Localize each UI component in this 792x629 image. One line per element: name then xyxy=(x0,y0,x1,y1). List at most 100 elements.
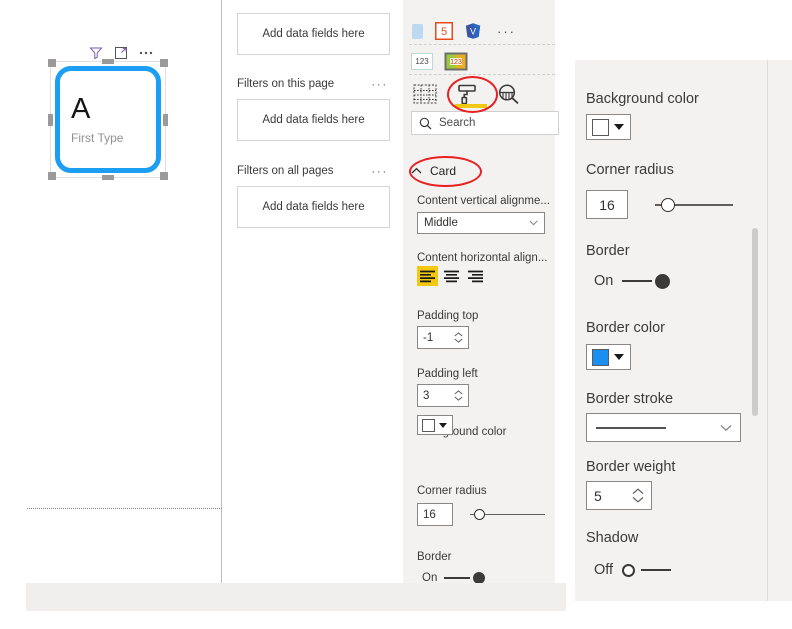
filter-dropzone-0[interactable]: Add data fields here xyxy=(237,13,390,55)
chevron-down-icon[interactable] xyxy=(439,422,447,428)
resize-handle-sw[interactable] xyxy=(48,172,56,180)
spinner-value: 16 xyxy=(423,508,436,521)
resize-handle-e[interactable] xyxy=(163,114,168,126)
viz-gallery-row-1[interactable]: 5 V ··· xyxy=(411,20,551,42)
spinner-value: 16 xyxy=(599,196,615,213)
chevron-up-icon[interactable] xyxy=(411,167,422,175)
rp-background-color-label: Background color xyxy=(586,91,699,107)
filter-section-header-page: Filters on this page ··· xyxy=(237,76,388,92)
background-color-picker[interactable] xyxy=(417,415,453,435)
chevron-down-icon[interactable] xyxy=(614,354,624,360)
rp-border-stroke-label: Border stroke xyxy=(586,391,674,407)
viz-gallery-row-2[interactable]: 123 123 xyxy=(411,50,551,72)
rp-background-color-picker[interactable] xyxy=(586,114,631,140)
chevron-down-icon[interactable] xyxy=(614,124,624,130)
spinner-value: 3 xyxy=(423,389,430,402)
chevron-down-icon[interactable] xyxy=(529,220,538,226)
format-tab-selected-underline xyxy=(455,104,487,108)
rp-border-weight-label: Border weight xyxy=(586,459,676,475)
solid-line-icon xyxy=(596,426,666,429)
right-panel-scrollbar[interactable] xyxy=(752,228,758,416)
color-swatch xyxy=(592,348,609,366)
content-vertical-alignment-label: Content vertical alignme... xyxy=(417,195,550,207)
svg-text:123: 123 xyxy=(450,59,462,66)
focus-mode-icon[interactable] xyxy=(113,45,129,61)
stepper-arrows-icon[interactable] xyxy=(632,488,644,503)
visio-visual-icon[interactable]: V xyxy=(464,22,482,40)
rp-border-toggle[interactable]: On xyxy=(594,273,671,289)
gallery-separator xyxy=(409,44,555,45)
resize-handle-n[interactable] xyxy=(102,59,114,64)
padding-top-label: Padding top xyxy=(417,310,479,322)
report-canvas[interactable]: A First Type xyxy=(0,0,222,629)
align-left-icon[interactable] xyxy=(417,266,438,286)
border-label: Border xyxy=(417,551,452,563)
more-options-icon[interactable]: ··· xyxy=(371,77,388,91)
card-visual-icon[interactable] xyxy=(411,23,424,40)
corner-radius-slider-thumb[interactable] xyxy=(474,509,485,520)
svg-text:V: V xyxy=(470,27,476,37)
rp-border-color-picker[interactable] xyxy=(586,344,631,370)
toggle-state-label: Off xyxy=(594,562,614,578)
filter-dropzone-1[interactable]: Add data fields here xyxy=(237,99,390,141)
padding-left-spinner[interactable]: 3 xyxy=(417,384,469,407)
gallery-separator xyxy=(409,74,555,75)
rp-border-stroke-dropdown[interactable] xyxy=(586,413,741,442)
card-section-header[interactable]: Card xyxy=(411,160,555,182)
filter-section-title: Filters on this page xyxy=(237,78,335,90)
rp-shadow-toggle[interactable]: Off xyxy=(594,562,672,578)
toggle-knob[interactable] xyxy=(622,563,636,577)
resize-handle-se[interactable] xyxy=(160,172,168,180)
magnifier-chart-icon[interactable] xyxy=(497,83,521,105)
rp-border-label: Border xyxy=(586,243,630,259)
toggle-state-label: On xyxy=(594,273,614,289)
fields-table-icon[interactable] xyxy=(413,84,437,104)
rp-corner-radius-slider-thumb[interactable] xyxy=(661,198,675,212)
color-swatch xyxy=(592,118,609,136)
align-right-icon[interactable] xyxy=(465,266,486,286)
html-viewer-icon[interactable]: 5 xyxy=(435,22,453,40)
padding-top-spinner[interactable]: -1 xyxy=(417,326,469,349)
chevron-down-icon[interactable] xyxy=(720,424,732,432)
multi-row-card-icon[interactable]: 123 xyxy=(411,52,433,70)
content-vertical-alignment-dropdown[interactable]: Middle xyxy=(417,212,545,234)
resize-handle-nw[interactable] xyxy=(48,59,56,67)
format-search-input[interactable]: Search xyxy=(411,111,559,135)
card-visual[interactable]: A First Type xyxy=(55,66,161,173)
rp-border-weight-spinner[interactable]: 5 xyxy=(586,481,652,510)
card-label: First Type xyxy=(71,130,124,145)
color-swatch xyxy=(422,418,435,432)
visual-header-toolbar[interactable] xyxy=(88,44,163,62)
more-visuals-icon[interactable]: ··· xyxy=(497,24,516,39)
corner-radius-label: Corner radius xyxy=(417,485,487,497)
search-placeholder: Search xyxy=(439,117,476,129)
spinner-value: 5 xyxy=(594,487,602,504)
toggle-knob[interactable] xyxy=(655,273,671,289)
stepper-arrows-icon[interactable] xyxy=(454,390,463,401)
rp-corner-radius-label: Corner radius xyxy=(586,162,674,178)
svg-text:123: 123 xyxy=(415,57,429,66)
toggle-track xyxy=(622,280,653,282)
align-center-icon[interactable] xyxy=(441,266,462,286)
padding-left-label: Padding left xyxy=(417,368,478,380)
resize-handle-s[interactable] xyxy=(102,175,114,180)
paint-roller-icon[interactable] xyxy=(455,83,479,105)
filters-pane[interactable]: Add data fields here Filters on this pag… xyxy=(222,0,402,583)
right-panel-edge xyxy=(767,60,768,601)
filter-section-title: Filters on all pages xyxy=(237,165,334,177)
more-options-icon[interactable] xyxy=(138,45,154,61)
dropdown-value: Middle xyxy=(424,217,458,229)
rp-corner-radius-value[interactable]: 16 xyxy=(586,190,628,219)
canvas-guide-line xyxy=(27,508,222,510)
resize-handle-w[interactable] xyxy=(48,114,53,126)
content-horizontal-alignment-group[interactable] xyxy=(417,266,486,286)
kpi-card-icon[interactable]: 123 xyxy=(444,52,468,71)
filter-dropzone-2[interactable]: Add data fields here xyxy=(237,186,390,228)
spinner-value: -1 xyxy=(423,331,434,344)
resize-handle-ne[interactable] xyxy=(160,59,168,67)
corner-radius-value[interactable]: 16 xyxy=(417,503,453,526)
more-options-icon[interactable]: ··· xyxy=(371,164,388,178)
stepper-arrows-icon[interactable] xyxy=(454,332,463,343)
toggle-track xyxy=(444,577,471,579)
filter-section-header-all: Filters on all pages ··· xyxy=(237,163,388,179)
